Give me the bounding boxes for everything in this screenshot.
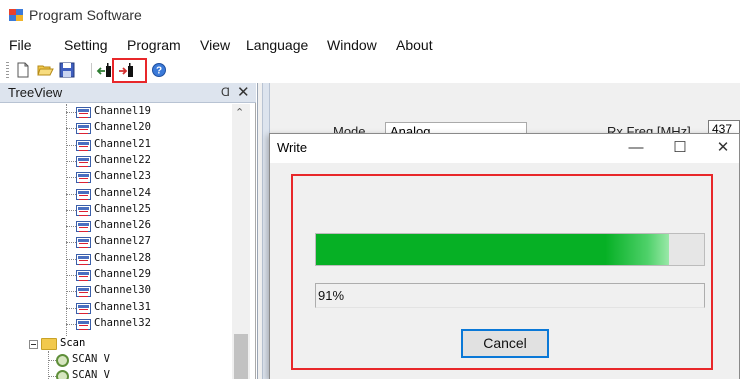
treeview-scrollbar[interactable]: ⌃ (232, 104, 250, 379)
channel-icon (76, 172, 91, 184)
progress-fill (316, 234, 669, 265)
maximize-icon[interactable]: ☐ (660, 136, 700, 160)
channel-icon (76, 270, 91, 281)
menu-language[interactable]: Language (246, 37, 308, 53)
scroll-up-icon[interactable]: ⌃ (235, 106, 244, 119)
collapse-toggle-icon[interactable] (29, 340, 38, 349)
channel-icon (76, 155, 91, 167)
channel-icon (76, 318, 91, 330)
channel-icon (76, 253, 91, 265)
channel-icon (76, 188, 91, 200)
menu-about[interactable]: About (396, 37, 433, 53)
tree-node-label: Channel25 (94, 202, 151, 215)
close-panel-icon[interactable]: ✕ (237, 83, 250, 101)
app-titlebar: Program Software (0, 0, 740, 30)
tree-node-label: Channel28 (94, 251, 151, 264)
menu-bar: File Setting Program View Language Windo… (0, 30, 740, 58)
tree-node-label: Channel30 (94, 284, 151, 297)
tree-node-label: Channel26 (94, 219, 151, 232)
tree-node-label: Channel31 (94, 300, 151, 313)
svg-text:?: ? (156, 66, 162, 77)
channel-icon (76, 286, 91, 298)
app-title: Program Software (29, 7, 142, 23)
toolbar-grip (6, 62, 9, 80)
tree-node-label: SCAN V (72, 369, 110, 379)
dialog-titlebar: Write — ☐ ✕ (270, 134, 739, 162)
menu-window[interactable]: Window (327, 37, 377, 53)
cancel-button[interactable]: Cancel (461, 329, 549, 358)
channel-icon (76, 302, 91, 314)
toolbar: ? (0, 58, 740, 83)
write-button-highlight (112, 58, 147, 83)
treeview-body: Channel19 Channel20 Channel21 Channel22 Chan… (0, 104, 232, 379)
channel-icon (76, 204, 91, 216)
new-file-icon[interactable] (14, 61, 32, 79)
treeview-header: TreeView Ɑ ✕ (0, 83, 256, 103)
tree-node-label: Channel23 (94, 170, 151, 183)
tree-connector (48, 351, 49, 379)
treeview-panel: TreeView Ɑ ✕ Channel19 Channel20 Channel21… (0, 83, 256, 379)
channel-icon (76, 237, 91, 249)
tree-node-label: Channel22 (94, 153, 151, 166)
tree-node-label: Channel27 (94, 235, 151, 248)
menu-file[interactable]: File (9, 37, 32, 53)
save-icon[interactable] (58, 61, 76, 79)
help-icon[interactable]: ? (150, 61, 168, 79)
folder-icon (41, 338, 57, 350)
close-icon[interactable]: ✕ (703, 136, 740, 160)
tree-node-label: Channel20 (94, 121, 151, 134)
tree-node-label: Channel29 (94, 268, 151, 280)
scrollbar-thumb[interactable] (234, 334, 248, 379)
percent-display: 91% (315, 283, 705, 308)
menu-program[interactable]: Program (127, 37, 181, 53)
dialog-title: Write (277, 140, 308, 155)
tree-node-label: Channel21 (94, 137, 151, 150)
menu-setting[interactable]: Setting (64, 37, 108, 53)
minimize-icon[interactable]: — (616, 136, 656, 160)
app-logo-icon (9, 9, 23, 21)
scan-item-icon (56, 370, 69, 379)
channel-icon (76, 107, 91, 118)
tree-node-label: Channel32 (94, 316, 151, 329)
channel-icon (76, 139, 91, 151)
write-progress-bar (315, 233, 705, 266)
toolbar-separator (91, 63, 92, 78)
pin-icon[interactable]: Ɑ (221, 85, 230, 99)
channel-icon (76, 221, 91, 233)
percent-text: 91% (318, 288, 345, 303)
tree-connector (66, 104, 67, 336)
scan-item-icon (56, 354, 69, 367)
tree-node-label: SCAN V (72, 353, 110, 365)
tree-node-label: Channel24 (94, 186, 151, 199)
channel-icon (76, 123, 91, 135)
tree-node-scan[interactable]: Scan (60, 337, 85, 349)
treeview-title: TreeView (8, 85, 63, 100)
menu-view[interactable]: View (200, 37, 230, 53)
open-folder-icon[interactable] (36, 61, 54, 79)
tree-node-label: Channel19 (94, 105, 151, 117)
